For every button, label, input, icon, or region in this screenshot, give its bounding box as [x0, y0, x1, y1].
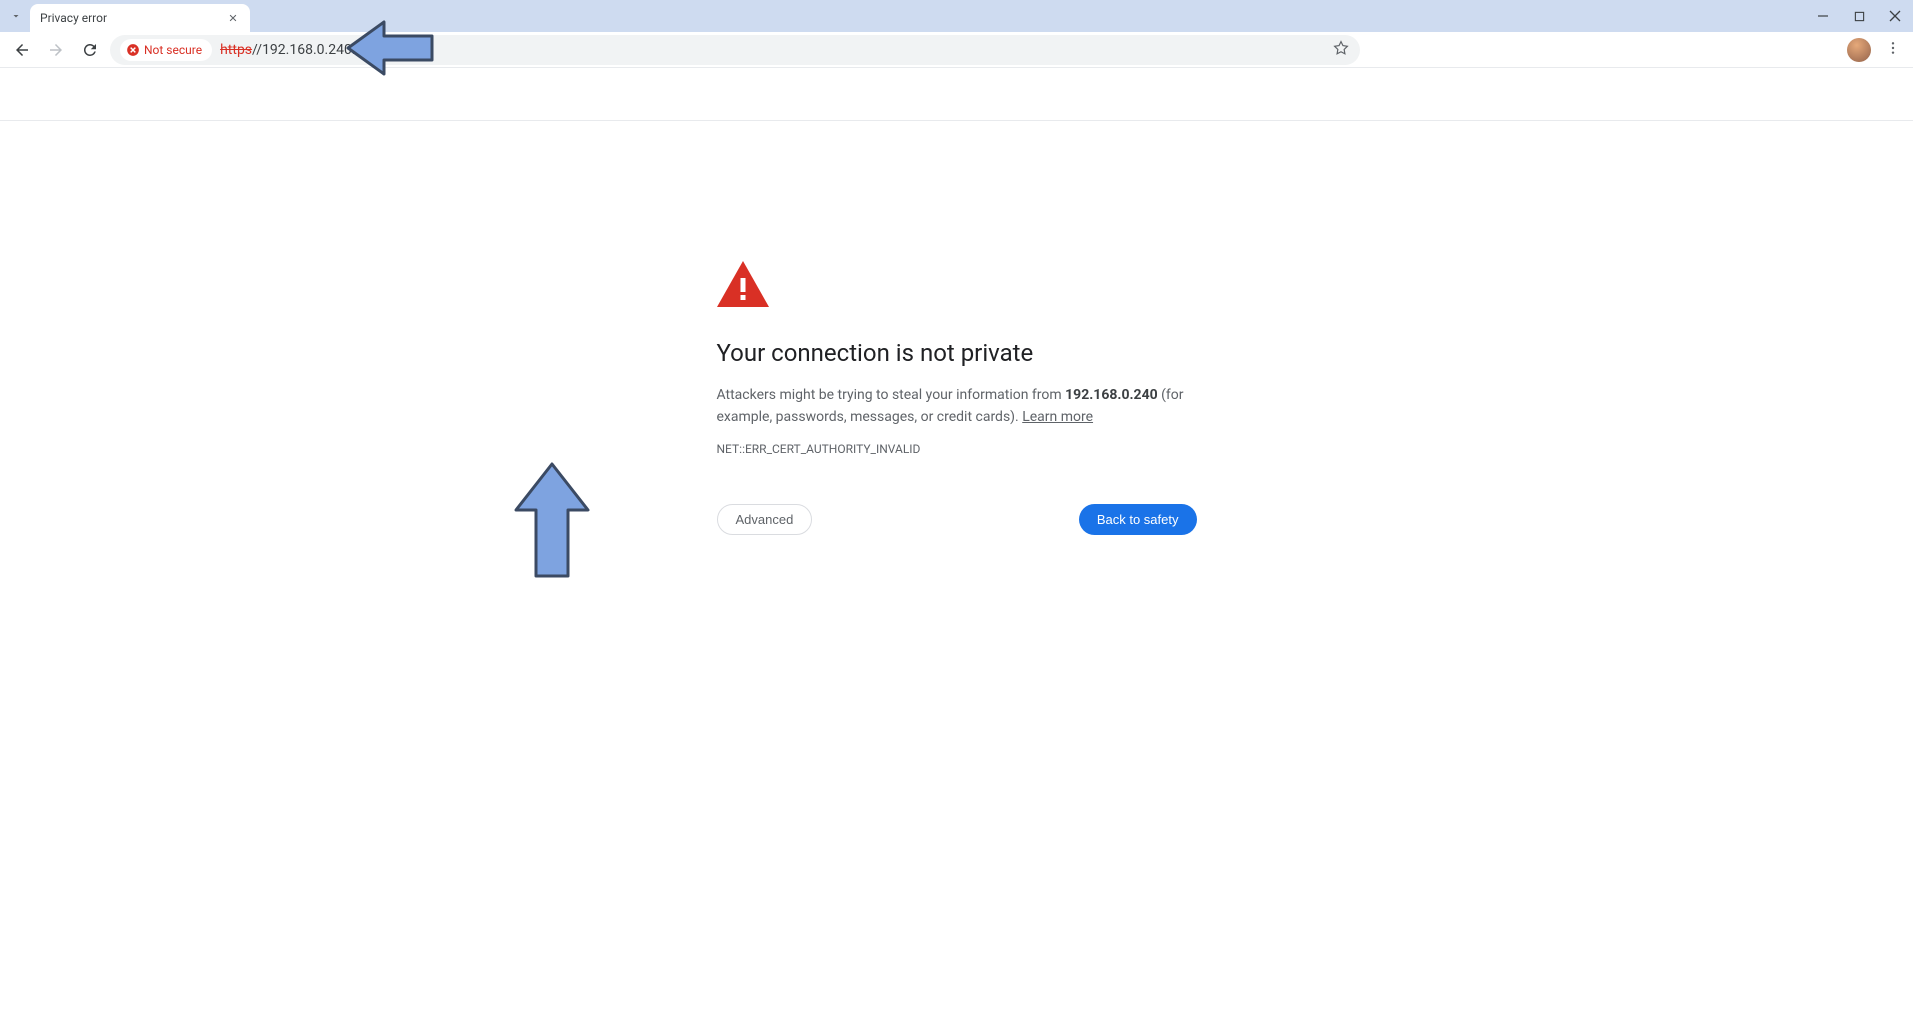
toolbar-right — [1847, 38, 1905, 62]
security-chip-label: Not secure — [144, 43, 202, 57]
error-code: NET::ERR_CERT_AUTHORITY_INVALID — [717, 442, 1197, 456]
arrow-left-icon — [13, 41, 31, 59]
address-bar[interactable]: Not secure https//192.168.0.240:8443/set… — [110, 35, 1360, 65]
interstitial-body: Attackers might be trying to steal your … — [717, 385, 1197, 428]
chevron-down-icon — [10, 10, 22, 22]
close-icon — [1889, 10, 1901, 22]
window-minimize-button[interactable] — [1805, 0, 1841, 32]
security-chip[interactable]: Not secure — [120, 39, 212, 61]
url-path: //192.168.0.240:8443/setup — [252, 42, 427, 58]
url-text: https//192.168.0.240:8443/setup — [220, 42, 427, 58]
window-close-button[interactable] — [1877, 0, 1913, 32]
window-controls — [1805, 0, 1913, 32]
tab-title: Privacy error — [40, 11, 226, 25]
back-to-safety-button[interactable]: Back to safety — [1079, 504, 1197, 535]
content-divider — [0, 120, 1913, 121]
interstitial-host: 192.168.0.240 — [1065, 387, 1158, 403]
privacy-error-interstitial: Your connection is not private Attackers… — [717, 261, 1197, 535]
tab-close-button[interactable] — [226, 11, 240, 25]
bookmark-button[interactable] — [1332, 39, 1350, 61]
minimize-icon — [1817, 10, 1829, 22]
learn-more-link[interactable]: Learn more — [1022, 409, 1093, 425]
browser-tab[interactable]: Privacy error — [30, 4, 250, 32]
interstitial-heading: Your connection is not private — [717, 339, 1197, 367]
maximize-icon — [1854, 11, 1865, 22]
window-maximize-button[interactable] — [1841, 0, 1877, 32]
back-button[interactable] — [8, 36, 36, 64]
browser-menu-button[interactable] — [1885, 40, 1901, 60]
close-icon — [228, 13, 238, 23]
forward-button[interactable] — [42, 36, 70, 64]
tab-strip: Privacy error — [0, 0, 1913, 32]
interstitial-button-row: Advanced Back to safety — [717, 504, 1197, 535]
profile-avatar[interactable] — [1847, 38, 1871, 62]
reload-button[interactable] — [76, 36, 104, 64]
warning-triangle-icon — [717, 261, 769, 307]
star-icon — [1332, 39, 1350, 57]
url-protocol: https — [220, 42, 252, 58]
kebab-icon — [1885, 40, 1901, 56]
advanced-button[interactable]: Advanced — [717, 504, 813, 535]
tab-search-button[interactable] — [6, 4, 26, 28]
browser-toolbar: Not secure https//192.168.0.240:8443/set… — [0, 32, 1913, 68]
arrow-right-icon — [47, 41, 65, 59]
reload-icon — [81, 41, 99, 59]
not-secure-icon — [126, 43, 140, 57]
annotation-arrow-up — [512, 460, 592, 580]
